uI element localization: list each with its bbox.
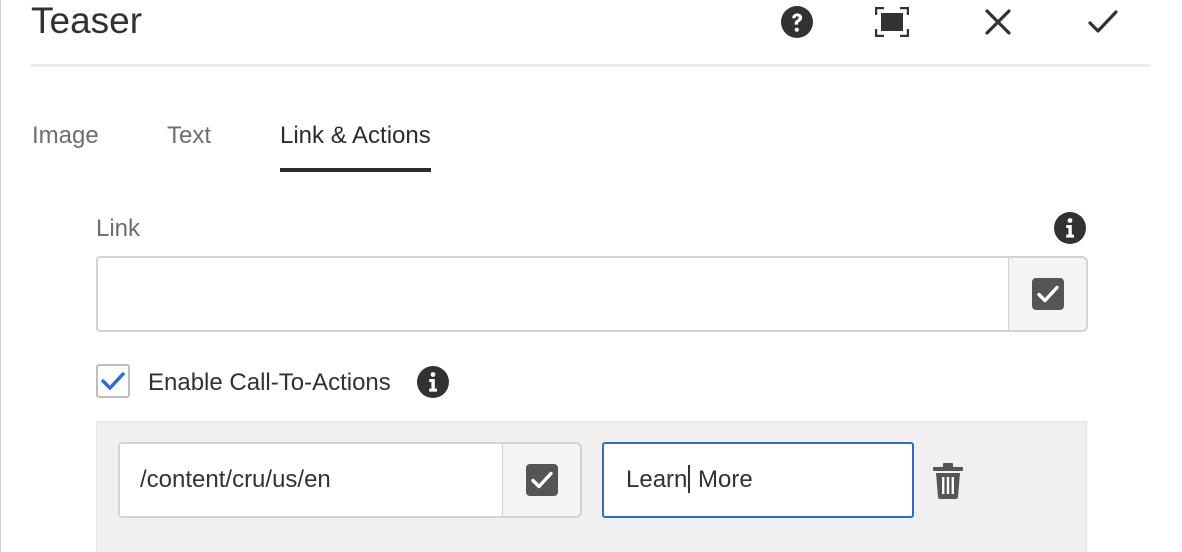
enable-cta-label: Enable Call-To-Actions (148, 369, 391, 396)
delete-cta-button[interactable] (928, 461, 968, 501)
checkmark-icon (1088, 10, 1118, 33)
cta-text-input[interactable]: Learn More (602, 442, 914, 518)
dialog-header: Teaser (31, 0, 1151, 67)
teaser-dialog: Teaser Image Text Link & Actions Link En… (0, 0, 1182, 552)
path-browser-icon (525, 464, 558, 496)
path-browser-icon (1031, 278, 1064, 310)
help-icon (781, 6, 813, 38)
fullscreen-button[interactable] (872, 2, 912, 42)
link-picker-button[interactable] (1009, 256, 1088, 332)
tab-link-actions[interactable]: Link & Actions (280, 108, 431, 172)
cta-link-picker-button[interactable] (503, 442, 582, 518)
cta-text-after-caret: More (691, 466, 753, 493)
done-button[interactable] (1083, 2, 1123, 42)
tab-image[interactable]: Image (32, 108, 99, 164)
enable-cta-checkbox[interactable] (96, 364, 130, 398)
cta-text-before-caret: Learn (626, 466, 688, 493)
info-icon[interactable] (416, 365, 450, 399)
tab-text[interactable]: Text (167, 108, 211, 164)
link-label: Link (96, 215, 141, 242)
close-icon (985, 9, 1011, 35)
link-input[interactable] (96, 256, 1010, 332)
cta-link-input[interactable] (118, 442, 504, 518)
help-button[interactable] (777, 2, 817, 42)
trash-icon (933, 463, 963, 499)
info-icon[interactable] (1053, 211, 1087, 245)
close-button[interactable] (978, 2, 1018, 42)
checkmark-icon (101, 372, 125, 390)
fullscreen-icon (875, 7, 909, 37)
dialog-title: Teaser (31, 0, 143, 41)
text-caret (688, 464, 691, 493)
